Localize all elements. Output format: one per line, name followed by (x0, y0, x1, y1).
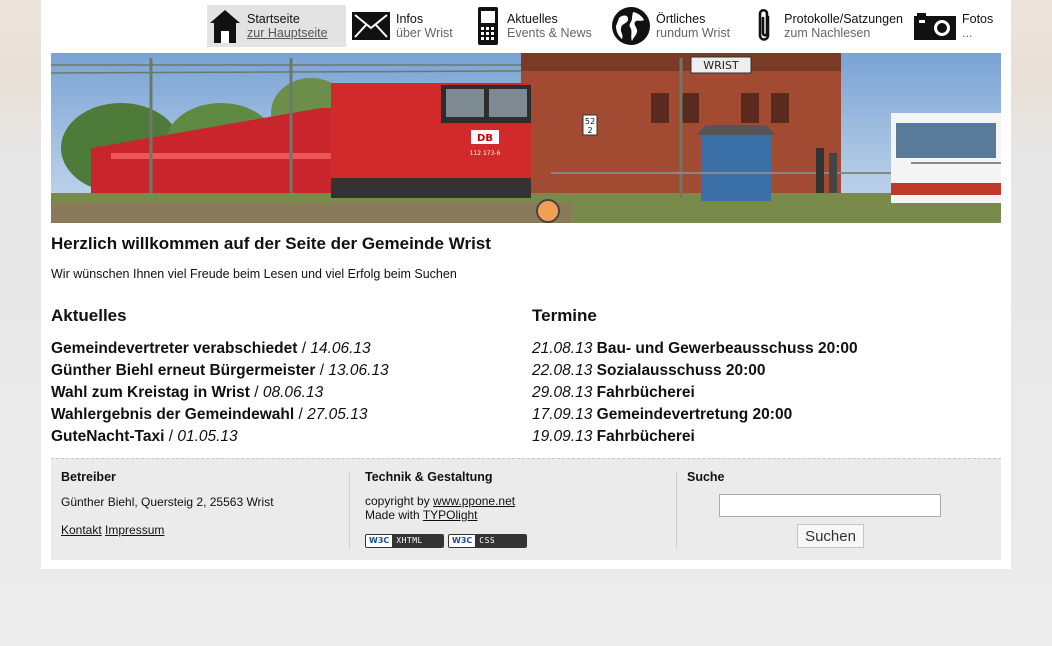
event-title[interactable]: Gemeindevertretung 20:00 (592, 406, 793, 423)
news-date: 08.06.13 (262, 384, 324, 401)
nav-item-infos[interactable]: Infos über Wrist (350, 5, 460, 47)
welcome-text: Wir wünschen Ihnen viel Freude beim Lese… (51, 267, 457, 281)
nav-title: Fotos (962, 12, 994, 26)
news-separator: / (297, 340, 311, 357)
nav-title: Örtliches (656, 12, 706, 26)
footer-technik: Technik & Gestaltung copyright by www.pp… (365, 459, 665, 560)
news-title[interactable]: Wahl zum Kreistag in Wrist (51, 384, 250, 401)
w3c-logo: W3C (366, 535, 393, 547)
event-title[interactable]: Bau- und Gewerbeausschuss 20:00 (592, 340, 858, 357)
nav-subtitle: ... (962, 26, 973, 40)
search-input[interactable] (719, 494, 941, 517)
paperclip-icon (748, 7, 780, 45)
envelope-icon (350, 7, 392, 45)
nav-item-startseite[interactable]: Startseite zur Hauptseite (207, 5, 346, 47)
search-button[interactable]: Suchen (797, 524, 864, 548)
event-date: 29.08.13 (532, 384, 593, 401)
event-item[interactable]: 29.08.13 Fahrbücherei (532, 382, 858, 404)
nav-item-oertliches[interactable]: Örtliches rundum Wrist (610, 5, 735, 47)
event-date: 21.08.13 (532, 340, 593, 357)
globe-icon (610, 7, 652, 45)
nav-item-aktuelles[interactable]: Aktuelles Events & News (473, 5, 603, 47)
event-item[interactable]: 17.09.13 Gemeindevertretung 20:00 (532, 404, 858, 426)
made-with-prefix: Made with (365, 508, 423, 522)
nav-subtitle: über Wrist (396, 26, 453, 40)
news-date: 27.05.13 (307, 406, 368, 423)
platform-sign-2: 2 (587, 126, 592, 135)
news-date: 01.05.13 (177, 428, 238, 445)
event-item[interactable]: 22.08.13 Sozialausschuss 20:00 (532, 360, 858, 382)
xhtml-badge-label: XHTML 1.0 (392, 535, 443, 547)
nav-title: Protokolle/Satzungen (784, 12, 903, 26)
news-date: 13.06.13 (328, 362, 389, 379)
nav-item-fotos[interactable]: Fotos... (912, 5, 1002, 47)
w3c-xhtml-badge[interactable]: W3CXHTML 1.0 (365, 534, 444, 548)
event-title[interactable]: Sozialausschuss 20:00 (592, 362, 766, 379)
event-title[interactable]: Fahrbücherei (592, 384, 695, 401)
news-title[interactable]: GuteNacht-Taxi (51, 428, 164, 445)
header-banner-image: WRIST DB 112 173-6 52 2 (51, 53, 1001, 223)
impressum-link[interactable]: Impressum (105, 523, 164, 537)
suche-heading: Suche (687, 470, 725, 484)
news-item[interactable]: Wahlergebnis der Gemeindewahl / 27.05.13 (51, 404, 389, 426)
house-icon (207, 7, 243, 45)
mobile-phone-icon (473, 7, 503, 45)
news-date: 14.06.13 (310, 340, 371, 357)
typolight-link[interactable]: TYPOlight (423, 508, 478, 522)
page-container: Startseite zur Hauptseite Infos über Wrist… (41, 0, 1011, 569)
news-title[interactable]: Wahlergebnis der Gemeindewahl (51, 406, 294, 423)
event-date: 17.09.13 (532, 406, 593, 423)
nav-title: Startseite (247, 12, 300, 26)
nav-title: Aktuelles (507, 12, 558, 26)
news-item[interactable]: Gemeindevertreter verabschiedet / 14.06.… (51, 338, 389, 360)
news-title[interactable]: Günther Biehl erneut Bürgermeister (51, 362, 315, 379)
news-item[interactable]: Wahl zum Kreistag in Wrist / 08.06.13 (51, 382, 389, 404)
nav-item-protokolle[interactable]: Protokolle/Satzungen zum Nachlesen (748, 5, 903, 47)
betreiber-heading: Betreiber (61, 470, 116, 484)
event-item[interactable]: 19.09.13 Fahrbücherei (532, 426, 858, 448)
footer: Betreiber Günther Biehl, Quersteig 2, 25… (51, 458, 1001, 560)
news-separator: / (294, 406, 308, 423)
footer-divider (349, 471, 350, 549)
event-item[interactable]: 21.08.13 Bau- und Gewerbeausschuss 20:00 (532, 338, 858, 360)
footer-betreiber: Betreiber Günther Biehl, Quersteig 2, 25… (61, 459, 341, 560)
news-item[interactable]: GuteNacht-Taxi / 01.05.13 (51, 426, 389, 448)
loco-number: 112 173-6 (470, 150, 501, 157)
camera-icon (912, 7, 958, 45)
nav-title: Infos (396, 12, 424, 26)
kontakt-link[interactable]: Kontakt (61, 523, 102, 537)
aktuelles-list: Gemeindevertreter verabschiedet / 14.06.… (51, 338, 389, 448)
news-title[interactable]: Gemeindevertreter verabschiedet (51, 340, 297, 357)
copyright-prefix: copyright by (365, 494, 434, 508)
news-separator: / (315, 362, 329, 379)
news-separator: / (249, 384, 263, 401)
main-navigation: Startseite zur Hauptseite Infos über Wrist… (41, 0, 1011, 52)
css-badge-label: CSS (475, 535, 526, 547)
nav-subtitle: zur Hauptseite (247, 26, 328, 40)
aktuelles-heading: Aktuelles (51, 306, 127, 325)
loco-logo: DB (477, 133, 493, 144)
platform-sign: 52 (585, 117, 595, 126)
news-separator: / (164, 428, 178, 445)
technik-heading: Technik & Gestaltung (365, 470, 493, 484)
event-date: 19.09.13 (532, 428, 593, 445)
page-title: Herzlich willkommen auf der Seite der Ge… (51, 234, 491, 253)
termine-heading: Termine (532, 306, 597, 325)
w3c-logo: W3C (449, 535, 476, 547)
nav-subtitle: Events & News (507, 26, 592, 40)
w3c-css-badge[interactable]: W3C CSS (448, 534, 527, 548)
footer-divider (676, 471, 677, 549)
station-sign: WRIST (703, 59, 739, 72)
ppone-link[interactable]: www.ppone.net (433, 494, 515, 508)
news-item[interactable]: Günther Biehl erneut Bürgermeister / 13.… (51, 360, 389, 382)
event-date: 22.08.13 (532, 362, 593, 379)
termine-list: 21.08.13 Bau- und Gewerbeausschuss 20:00… (532, 338, 858, 448)
nav-subtitle: rundum Wrist (656, 26, 731, 40)
betreiber-address: Günther Biehl, Quersteig 2, 25563 Wrist (61, 495, 274, 509)
event-title[interactable]: Fahrbücherei (592, 428, 695, 445)
nav-subtitle: zum Nachlesen (784, 26, 871, 40)
